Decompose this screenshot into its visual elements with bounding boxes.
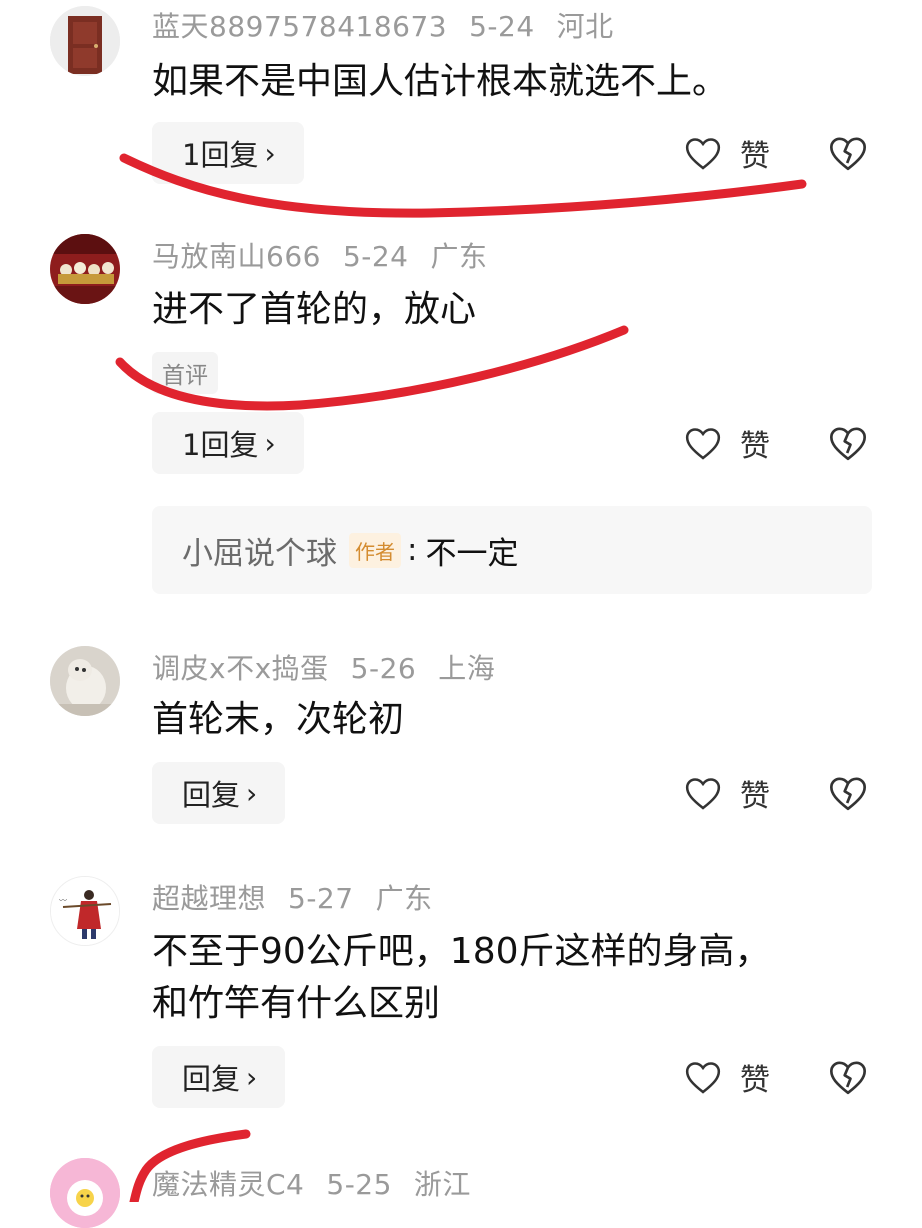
comment-meta: 调皮x不x捣蛋 5-26 上海 xyxy=(152,647,517,687)
reply-label: 回复 xyxy=(182,1062,241,1096)
broken-heart-icon[interactable] xyxy=(828,1057,868,1097)
comment-meta: 魔法精灵C4 5-25 浙江 xyxy=(152,1163,493,1203)
broken-heart-icon[interactable] xyxy=(828,133,868,173)
reply-label: 回复 xyxy=(182,778,241,812)
broken-heart-icon[interactable] xyxy=(828,423,868,463)
like-button[interactable]: 赞 xyxy=(684,768,770,818)
comment-location: 浙江 xyxy=(413,1168,471,1201)
comment-text-line-1: 不至于90公斤吧，180斤这样的身高， xyxy=(152,931,771,972)
comment-location: 广东 xyxy=(375,882,433,915)
reply-button[interactable]: 回复 › xyxy=(152,1046,286,1108)
like-label: 赞 xyxy=(740,429,770,464)
heart-outline-icon xyxy=(685,778,721,810)
like-button[interactable]: 赞 xyxy=(684,418,770,468)
avatar[interactable] xyxy=(50,234,120,304)
avatar[interactable]: 〰 xyxy=(50,876,120,946)
username[interactable]: 超越理想 xyxy=(152,882,266,915)
comment-text: 首轮末，次轮初 xyxy=(152,699,405,740)
sub-reply-separator: : xyxy=(407,532,418,568)
chevron-right-icon: › xyxy=(246,1060,258,1094)
red-annotation-marks xyxy=(115,153,807,1202)
chevron-right-icon: › xyxy=(264,136,276,170)
comment-meta: 蓝天8897578418673 5-24 河北 xyxy=(152,5,636,45)
like-label: 赞 xyxy=(740,779,770,814)
comment-date: 5-24 xyxy=(342,240,409,273)
reply-label: 1回复 xyxy=(182,428,259,462)
heart-outline-icon xyxy=(685,1062,721,1094)
like-button[interactable]: 赞 xyxy=(684,128,770,178)
chevron-right-icon: › xyxy=(264,426,276,460)
username[interactable]: 调皮x不x捣蛋 xyxy=(152,652,329,685)
reply-button[interactable]: 回复 › xyxy=(152,762,286,824)
chevron-right-icon: › xyxy=(246,776,258,810)
comment-location: 上海 xyxy=(438,652,496,685)
avatar[interactable] xyxy=(50,646,120,716)
sub-reply-text: 不一定 xyxy=(425,535,519,572)
like-button[interactable]: 赞 xyxy=(684,1052,770,1102)
comment-text: 如果不是中国人估计根本就选不上。 xyxy=(152,61,729,102)
username[interactable]: 蓝天8897578418673 xyxy=(152,10,447,43)
sub-reply[interactable]: 小屈说个球 作者 : 不一定 xyxy=(152,506,872,594)
username[interactable]: 马放南山666 xyxy=(152,240,321,273)
avatar[interactable] xyxy=(50,1158,120,1228)
comment-date: 5-24 xyxy=(469,10,535,43)
comment-location: 河北 xyxy=(556,10,614,43)
username[interactable]: 魔法精灵C4 xyxy=(152,1168,304,1201)
reply-button[interactable]: 1回复 › xyxy=(152,412,304,474)
reply-label: 1回复 xyxy=(182,138,259,172)
comment-date: 5-25 xyxy=(326,1168,392,1201)
comment-text-line-2: 和竹竿有什么区别 xyxy=(152,983,441,1024)
author-badge: 作者 xyxy=(349,532,401,568)
reply-button[interactable]: 1回复 › xyxy=(152,122,304,184)
comment-date: 5-26 xyxy=(350,652,417,685)
comment-date: 5-27 xyxy=(288,882,354,915)
avatar[interactable] xyxy=(50,6,120,76)
heart-outline-icon xyxy=(685,138,721,170)
sub-reply-username[interactable]: 小屈说个球 xyxy=(182,528,337,573)
svg-text:〰: 〰 xyxy=(59,896,67,905)
first-comment-badge: 首评 xyxy=(152,352,218,394)
heart-outline-icon xyxy=(685,428,721,460)
comment-meta: 超越理想 5-27 广东 xyxy=(152,877,455,917)
comment-meta: 马放南山666 5-24 广东 xyxy=(152,235,510,275)
like-label: 赞 xyxy=(740,1063,770,1098)
comment-text: 进不了首轮的，放心 xyxy=(152,289,477,330)
comment-location: 广东 xyxy=(430,240,488,273)
broken-heart-icon[interactable] xyxy=(828,773,868,813)
like-label: 赞 xyxy=(740,139,770,174)
